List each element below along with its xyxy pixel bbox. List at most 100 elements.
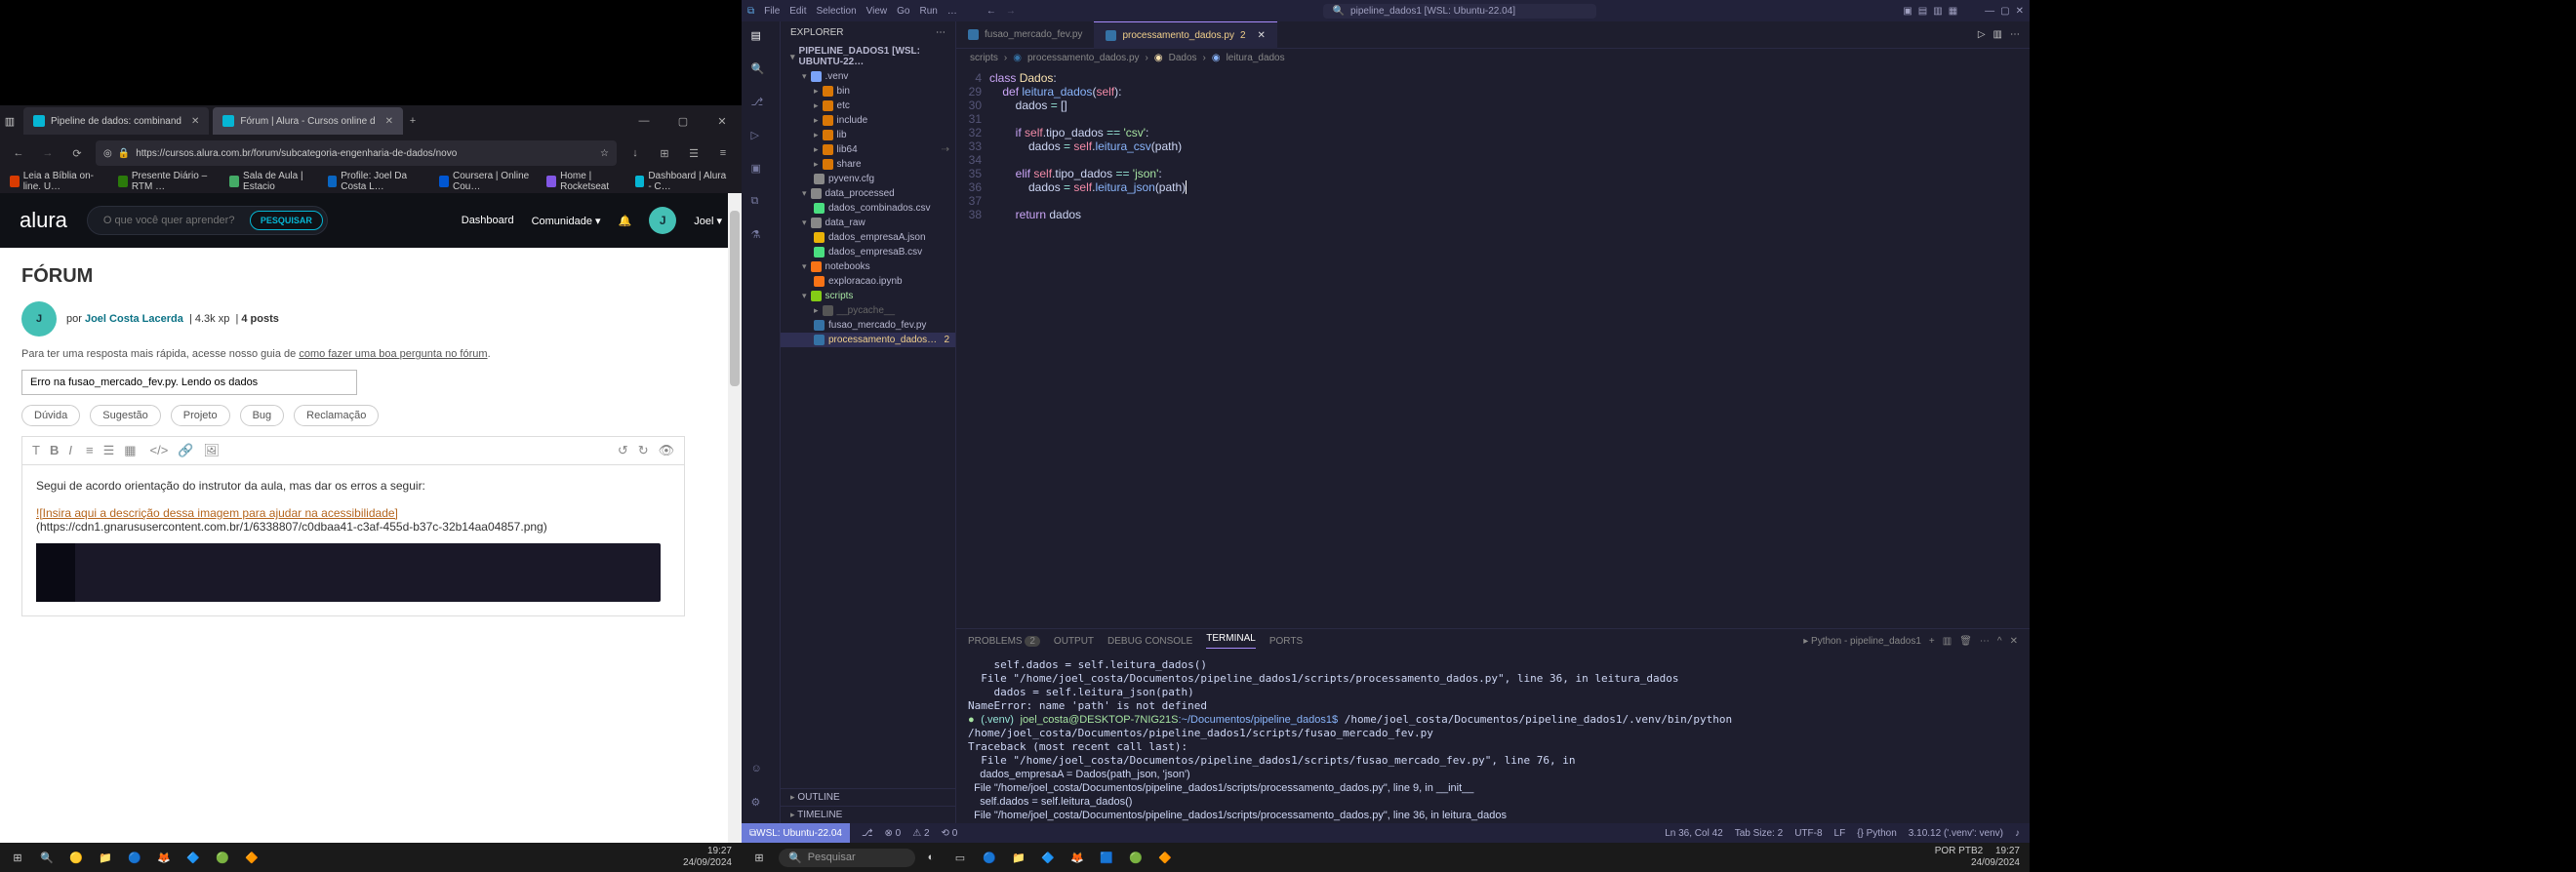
outline-section[interactable]: ▸ OUTLINE xyxy=(781,788,955,806)
extensions-icon[interactable]: ⊞ xyxy=(654,147,675,160)
address-bar[interactable]: ◎ 🔒 https://cursos.alura.com.br/forum/su… xyxy=(96,140,617,166)
bookmark[interactable]: Profile: Joel Da Costa L… xyxy=(328,171,432,192)
menu-file[interactable]: File xyxy=(764,6,780,17)
reload-button[interactable]: ⟳ xyxy=(66,147,88,160)
close-button[interactable]: ✕ xyxy=(2016,6,2024,17)
remote-icon[interactable]: ⧉ xyxy=(751,195,771,215)
toolbar-link-icon[interactable]: 🔗 xyxy=(178,443,193,458)
toolbar-undo-icon[interactable]: ↺ xyxy=(618,443,628,458)
folder-data-processed[interactable]: ▾data_processed xyxy=(781,186,955,201)
tab-terminal[interactable]: TERMINAL xyxy=(1206,633,1256,649)
menu-go[interactable]: Go xyxy=(897,6,909,17)
author-name[interactable]: Joel Costa Lacerda xyxy=(85,313,183,325)
account-icon[interactable]: ☰ xyxy=(683,147,704,160)
close-button[interactable]: ✕ xyxy=(703,115,742,128)
bookmark[interactable]: Coursera | Online Cou… xyxy=(439,171,539,192)
clock[interactable]: 19:2724/09/2024 xyxy=(683,846,738,869)
ports[interactable]: ⟲ 0 xyxy=(942,828,958,839)
minimize-button[interactable]: — xyxy=(1985,6,1994,17)
category-sugestao[interactable]: Sugestão xyxy=(90,405,160,426)
pgadmin-icon[interactable]: 🔶 xyxy=(238,844,265,871)
file-dados-comb[interactable]: dados_combinados.csv xyxy=(781,201,955,216)
folder-etc[interactable]: ▸etc xyxy=(781,99,955,113)
file-proc[interactable]: processamento_dados…2 xyxy=(781,333,955,347)
category-projeto[interactable]: Projeto xyxy=(171,405,230,426)
editor-tab-0[interactable]: fusao_mercado_fev.py xyxy=(956,21,1094,49)
run-icon[interactable]: ▷ xyxy=(1978,29,1986,40)
trash-icon[interactable]: 🗑 xyxy=(1959,636,1972,647)
testing-icon[interactable]: ⚗ xyxy=(751,228,771,248)
sidebar-icon[interactable]: ▥ xyxy=(1933,6,1942,17)
remote-indicator[interactable]: ⧉ WSL: Ubuntu-22.04 xyxy=(742,823,850,843)
terminal-env[interactable]: ▸ Python - pipeline_dados1 xyxy=(1803,636,1921,647)
category-bug[interactable]: Bug xyxy=(240,405,285,426)
alura-logo[interactable]: alura xyxy=(20,208,67,233)
toolbar-table-icon[interactable]: ▦ xyxy=(124,443,136,458)
bookmark[interactable]: Dashboard | Alura - C… xyxy=(635,171,732,192)
maximize-panel-icon[interactable]: ^ xyxy=(1997,636,2002,647)
customlayout-icon[interactable]: ▦ xyxy=(1949,6,1957,17)
post-title-input[interactable] xyxy=(21,370,357,395)
menu-more[interactable]: … xyxy=(947,6,957,17)
toolbar-text-icon[interactable]: T xyxy=(32,443,40,458)
toolbar-bold-icon[interactable]: B xyxy=(50,443,59,458)
taskview-icon[interactable]: ▭ xyxy=(946,844,974,871)
folder-venv[interactable]: ▾.venv xyxy=(781,69,955,84)
menu-selection[interactable]: Selection xyxy=(817,6,857,17)
toolbar-preview-icon[interactable]: 👁 xyxy=(659,443,675,458)
debug-icon[interactable]: ▷ xyxy=(751,129,771,148)
crumb[interactable]: processamento_dados.py xyxy=(1027,53,1140,63)
nav-forward[interactable]: → xyxy=(1006,6,1016,17)
toolbar-ol-icon[interactable]: ☰ xyxy=(103,443,115,458)
firefox-icon[interactable]: 🦊 xyxy=(1064,844,1091,871)
search-button[interactable]: PESQUISAR xyxy=(250,211,323,230)
chrome2-icon[interactable]: 🟢 xyxy=(209,844,236,871)
folder-notebooks[interactable]: ▾notebooks xyxy=(781,259,955,274)
panel-icon[interactable]: ▤ xyxy=(1918,6,1927,17)
folder-lib64[interactable]: ▸lib64⇢ xyxy=(781,142,955,157)
encoding[interactable]: UTF-8 xyxy=(1794,828,1822,839)
crumb[interactable]: leitura_dados xyxy=(1227,53,1285,63)
editor-tab-1[interactable]: processamento_dados.py 2✕ xyxy=(1094,21,1276,49)
tab-0[interactable]: Pipeline de dados: combinand✕ xyxy=(23,107,209,135)
avatar[interactable]: J xyxy=(649,207,676,234)
close-icon[interactable]: ✕ xyxy=(1258,30,1266,41)
start-button[interactable]: ⊞ xyxy=(745,844,773,871)
minimize-button[interactable]: — xyxy=(624,115,664,128)
account-icon[interactable]: ☺ xyxy=(751,763,771,782)
copilot-icon[interactable]: ◐ xyxy=(917,844,945,871)
bookmark[interactable]: Sala de Aula | Estacio xyxy=(229,171,319,192)
more-icon[interactable]: ⋯ xyxy=(1980,636,1990,647)
explorer-icon[interactable]: ▤ xyxy=(751,29,771,49)
bookmark[interactable]: Leia a Bíblia on-line. U… xyxy=(10,171,110,192)
tab-close-icon[interactable]: ✕ xyxy=(385,116,393,127)
scm-icon[interactable]: ⎇ xyxy=(751,96,771,115)
start-button[interactable]: ⊞ xyxy=(4,844,31,871)
sidebar-toggle-icon[interactable]: ▥ xyxy=(0,115,20,128)
split-icon[interactable]: ▥ xyxy=(1993,29,2002,40)
extensions-icon[interactable]: ▣ xyxy=(751,162,771,181)
folder-lib[interactable]: ▸lib xyxy=(781,128,955,142)
folder-share[interactable]: ▸share xyxy=(781,157,955,172)
folder-include[interactable]: ▸include xyxy=(781,113,955,128)
search-icon[interactable]: 🔍 xyxy=(33,844,60,871)
tab-output[interactable]: OUTPUT xyxy=(1054,636,1094,647)
forward-button[interactable]: → xyxy=(37,147,59,159)
user-name[interactable]: Joel ▾ xyxy=(694,215,722,227)
more-icon[interactable]: ⋯ xyxy=(936,27,946,38)
folder-data-raw[interactable]: ▾data_raw xyxy=(781,216,955,230)
bookmark[interactable]: Presente Diário – RTM … xyxy=(118,171,221,192)
edge-icon[interactable]: 🔷 xyxy=(1034,844,1062,871)
firefox-icon[interactable]: 🦊 xyxy=(150,844,178,871)
maximize-button[interactable]: ▢ xyxy=(664,115,703,128)
command-center[interactable]: 🔍pipeline_dados1 [WSL: Ubuntu-22.04] xyxy=(1323,4,1596,19)
tab-size[interactable]: Tab Size: 2 xyxy=(1735,828,1783,839)
tab-1[interactable]: Fórum | Alura - Cursos online d✕ xyxy=(213,107,403,135)
toolbar-code-icon[interactable]: </> xyxy=(150,443,169,458)
bell-icon[interactable]: 🔔 xyxy=(619,215,632,227)
file-explor[interactable]: exploracao.ipynb xyxy=(781,274,955,289)
star-icon[interactable]: ☆ xyxy=(600,148,609,159)
file-empA[interactable]: dados_empresaA.json xyxy=(781,230,955,245)
menu-view[interactable]: View xyxy=(866,6,888,17)
folder-scripts[interactable]: ▾scripts xyxy=(781,289,955,303)
